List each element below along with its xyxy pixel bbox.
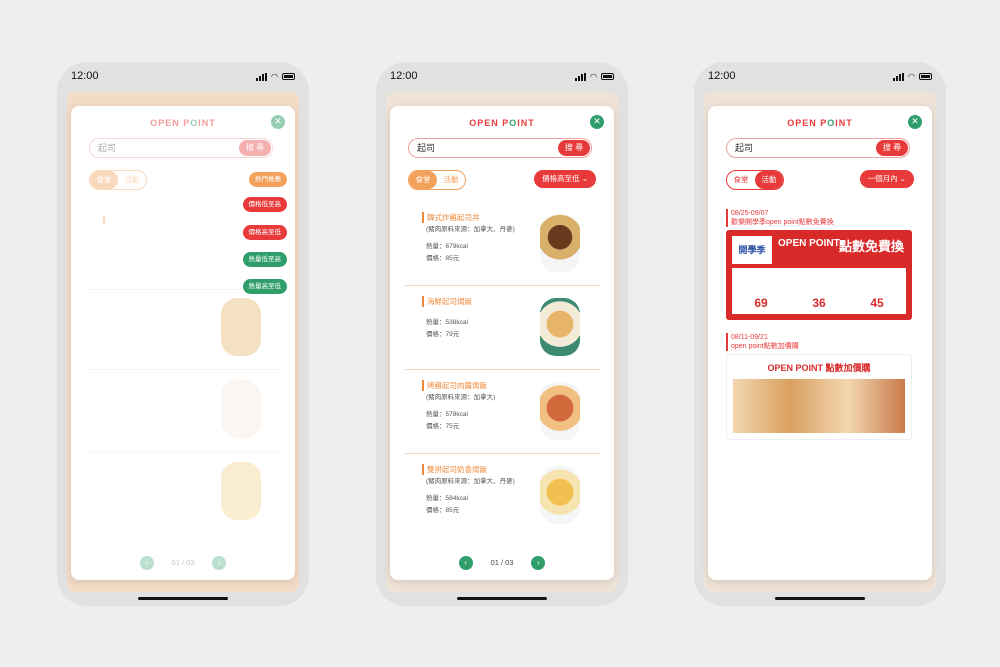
tab-food[interactable]: 食堂 <box>90 171 118 189</box>
list-item <box>85 206 281 290</box>
page-indicator: 01 / 03 <box>490 557 514 567</box>
status-bar: 12:00 ◠ <box>57 70 309 86</box>
pagination: ‹ 01 / 03 › <box>71 556 295 570</box>
search-modal: OPEN POINT ✕ 起司搜 尋 食堂 活動 熱門推薦 價格低至高 價格高至低… <box>71 106 295 580</box>
search-modal: OPEN POINT ✕ 起司搜 尋 食堂 活動 一個月內 ⌄ 08/25-09/… <box>708 106 932 580</box>
tab-switch[interactable]: 食堂 活動 <box>408 170 466 190</box>
prev-page-icon[interactable]: ‹ <box>139 556 154 570</box>
search-input[interactable]: 起司搜 尋 <box>726 138 910 158</box>
tab-event[interactable]: 活動 <box>437 171 465 189</box>
prev-page-icon[interactable]: ‹ <box>458 556 473 570</box>
points-value: 36 <box>812 296 826 310</box>
search-input[interactable]: 起司搜 尋 <box>89 138 273 158</box>
food-item[interactable]: 韓式炸雞起司丼 (豬肉原料來源：加拿大、丹麥) 熱量：679kcal 價格：85… <box>404 202 600 286</box>
battery-icon <box>919 73 932 80</box>
event-date: 08/11-09/21 open point點數加價購 <box>726 333 799 351</box>
search-modal: OPEN POINT ✕ 起司搜 尋 食堂 活動 價格高至低 ⌄ 韓式炸雞起司丼 … <box>390 106 614 580</box>
item-price: 價格：85元 <box>426 255 460 262</box>
back-to-school-badge: 開學季 <box>732 236 772 264</box>
search-button[interactable]: 搜 尋 <box>876 140 908 156</box>
status-time: 12:00 <box>708 70 736 82</box>
sort-dropdown[interactable]: 價格高至低 ⌄ <box>534 170 596 188</box>
period-dropdown[interactable]: 一個月內 ⌄ <box>859 170 914 188</box>
status-bar: 12:00 ◠ <box>694 70 946 86</box>
wifi-icon: ◠ <box>271 72 278 81</box>
banner-title: OPEN POINT <box>778 238 840 249</box>
status-bar: 12:00 ◠ <box>376 70 628 86</box>
phone-mockup-1: 12:00 ◠ OPEN POINT ✕ 起司搜 尋 食堂 活動 熱門推薦 價格低… <box>57 62 309 606</box>
phone-mockup-2: 12:00 ◠ OPEN POINT ✕ 起司搜 尋 食堂 活動 價格高至低 ⌄ … <box>376 62 628 606</box>
phone-mockup-3: 12:00 ◠ OPEN POINT ✕ 起司搜 尋 食堂 活動 一個月內 ⌄ 0… <box>694 62 946 606</box>
open-point-logo: OPEN POINT <box>150 118 216 128</box>
wifi-icon: ◠ <box>590 72 597 81</box>
home-indicator <box>138 597 228 600</box>
home-indicator <box>775 597 865 600</box>
food-item[interactable]: 烤雞起司肉醬焗飯 (豬肉原料來源：加拿大) 熱量：578kcal 價格：75元 <box>404 370 600 454</box>
open-point-logo: OPEN POINT <box>787 118 853 128</box>
event-date: 08/25-09/07 歡樂開學季open point點數免費換 <box>726 209 834 227</box>
sort-option-cal-asc[interactable]: 熱量低至高 <box>242 252 287 267</box>
list-item <box>85 286 281 370</box>
points-value: 69 <box>754 296 768 310</box>
tab-event[interactable]: 活動 <box>118 171 146 189</box>
status-time: 12:00 <box>390 70 418 82</box>
food-thumbnail <box>540 466 580 524</box>
signal-icon <box>893 72 905 81</box>
banner-title: OPEN POINT 點數加價購 <box>767 363 871 373</box>
event-banner-1[interactable]: 開學季 OPEN POINT 點數免費換 69 36 45 <box>726 230 912 320</box>
item-calories: 熱量：578kcal <box>426 411 468 418</box>
product-strip <box>733 379 905 433</box>
status-time: 12:00 <box>71 70 99 82</box>
wifi-icon: ◠ <box>908 72 915 81</box>
item-calories: 熱量：584kcal <box>426 495 468 502</box>
search-button[interactable]: 搜 尋 <box>239 140 271 156</box>
food-thumbnail <box>540 298 580 356</box>
home-indicator <box>457 597 547 600</box>
item-name: 雙拼起司奶香焗飯 <box>422 464 487 475</box>
item-name: 韓式炸雞起司丼 <box>422 212 480 223</box>
event-banner-2[interactable]: OPEN POINT 點數加價購 <box>726 354 912 440</box>
sort-option-cal-desc[interactable]: 熱量高至低 <box>242 279 287 294</box>
close-button[interactable]: ✕ <box>908 115 922 129</box>
tab-food[interactable]: 食堂 <box>727 171 755 189</box>
next-page-icon[interactable]: › <box>212 556 227 570</box>
list-item <box>85 368 281 452</box>
search-button[interactable]: 搜 尋 <box>558 140 590 156</box>
list-item <box>85 450 281 534</box>
search-input[interactable]: 起司搜 尋 <box>408 138 592 158</box>
tab-food[interactable]: 食堂 <box>409 171 437 189</box>
item-price: 價格：85元 <box>426 507 460 514</box>
tab-switch[interactable]: 食堂 活動 <box>726 170 784 190</box>
close-button[interactable]: ✕ <box>271 115 285 129</box>
food-thumbnail <box>540 382 580 440</box>
banner-subtitle: 點數免費換 <box>838 239 904 254</box>
item-price: 價格：79元 <box>426 331 460 338</box>
signal-icon <box>256 72 268 81</box>
battery-icon <box>282 73 295 80</box>
item-source: (豬肉原料來源：加拿大、丹麥) <box>426 226 515 233</box>
item-source: (豬肉原料來源：加拿大) <box>426 394 496 401</box>
item-name: 烤雞起司肉醬焗飯 <box>422 380 487 391</box>
close-button[interactable]: ✕ <box>590 115 604 129</box>
food-item[interactable]: 雙拼起司奶香焗飯 (豬肉原料來源：加拿大、丹麥) 熱量：584kcal 價格：8… <box>404 454 600 538</box>
battery-icon <box>601 73 614 80</box>
sort-option-price-asc[interactable]: 價格低至高 <box>242 197 287 212</box>
item-price: 價格：75元 <box>426 423 460 430</box>
tab-switch[interactable]: 食堂 活動 <box>89 170 147 190</box>
open-point-logo: OPEN POINT <box>469 118 535 128</box>
food-item[interactable]: 海鮮起司焗飯 熱量：538kcal 價格：79元 <box>404 286 600 370</box>
pagination: ‹ 01 / 03 › <box>390 556 614 570</box>
next-page-icon[interactable]: › <box>531 556 546 570</box>
product-strip: 69 36 45 <box>732 268 906 314</box>
food-thumbnail <box>540 214 580 272</box>
item-name: 海鮮起司焗飯 <box>422 296 472 307</box>
signal-icon <box>575 72 587 81</box>
item-source: (豬肉原料來源：加拿大、丹麥) <box>426 478 515 485</box>
sort-option-popular[interactable]: 熱門推薦 <box>249 172 287 187</box>
item-calories: 熱量：538kcal <box>426 319 468 326</box>
sort-option-price-desc[interactable]: 價格高至低 <box>242 225 287 240</box>
points-value: 45 <box>870 296 884 310</box>
item-calories: 熱量：679kcal <box>426 243 468 250</box>
tab-event[interactable]: 活動 <box>755 171 783 189</box>
